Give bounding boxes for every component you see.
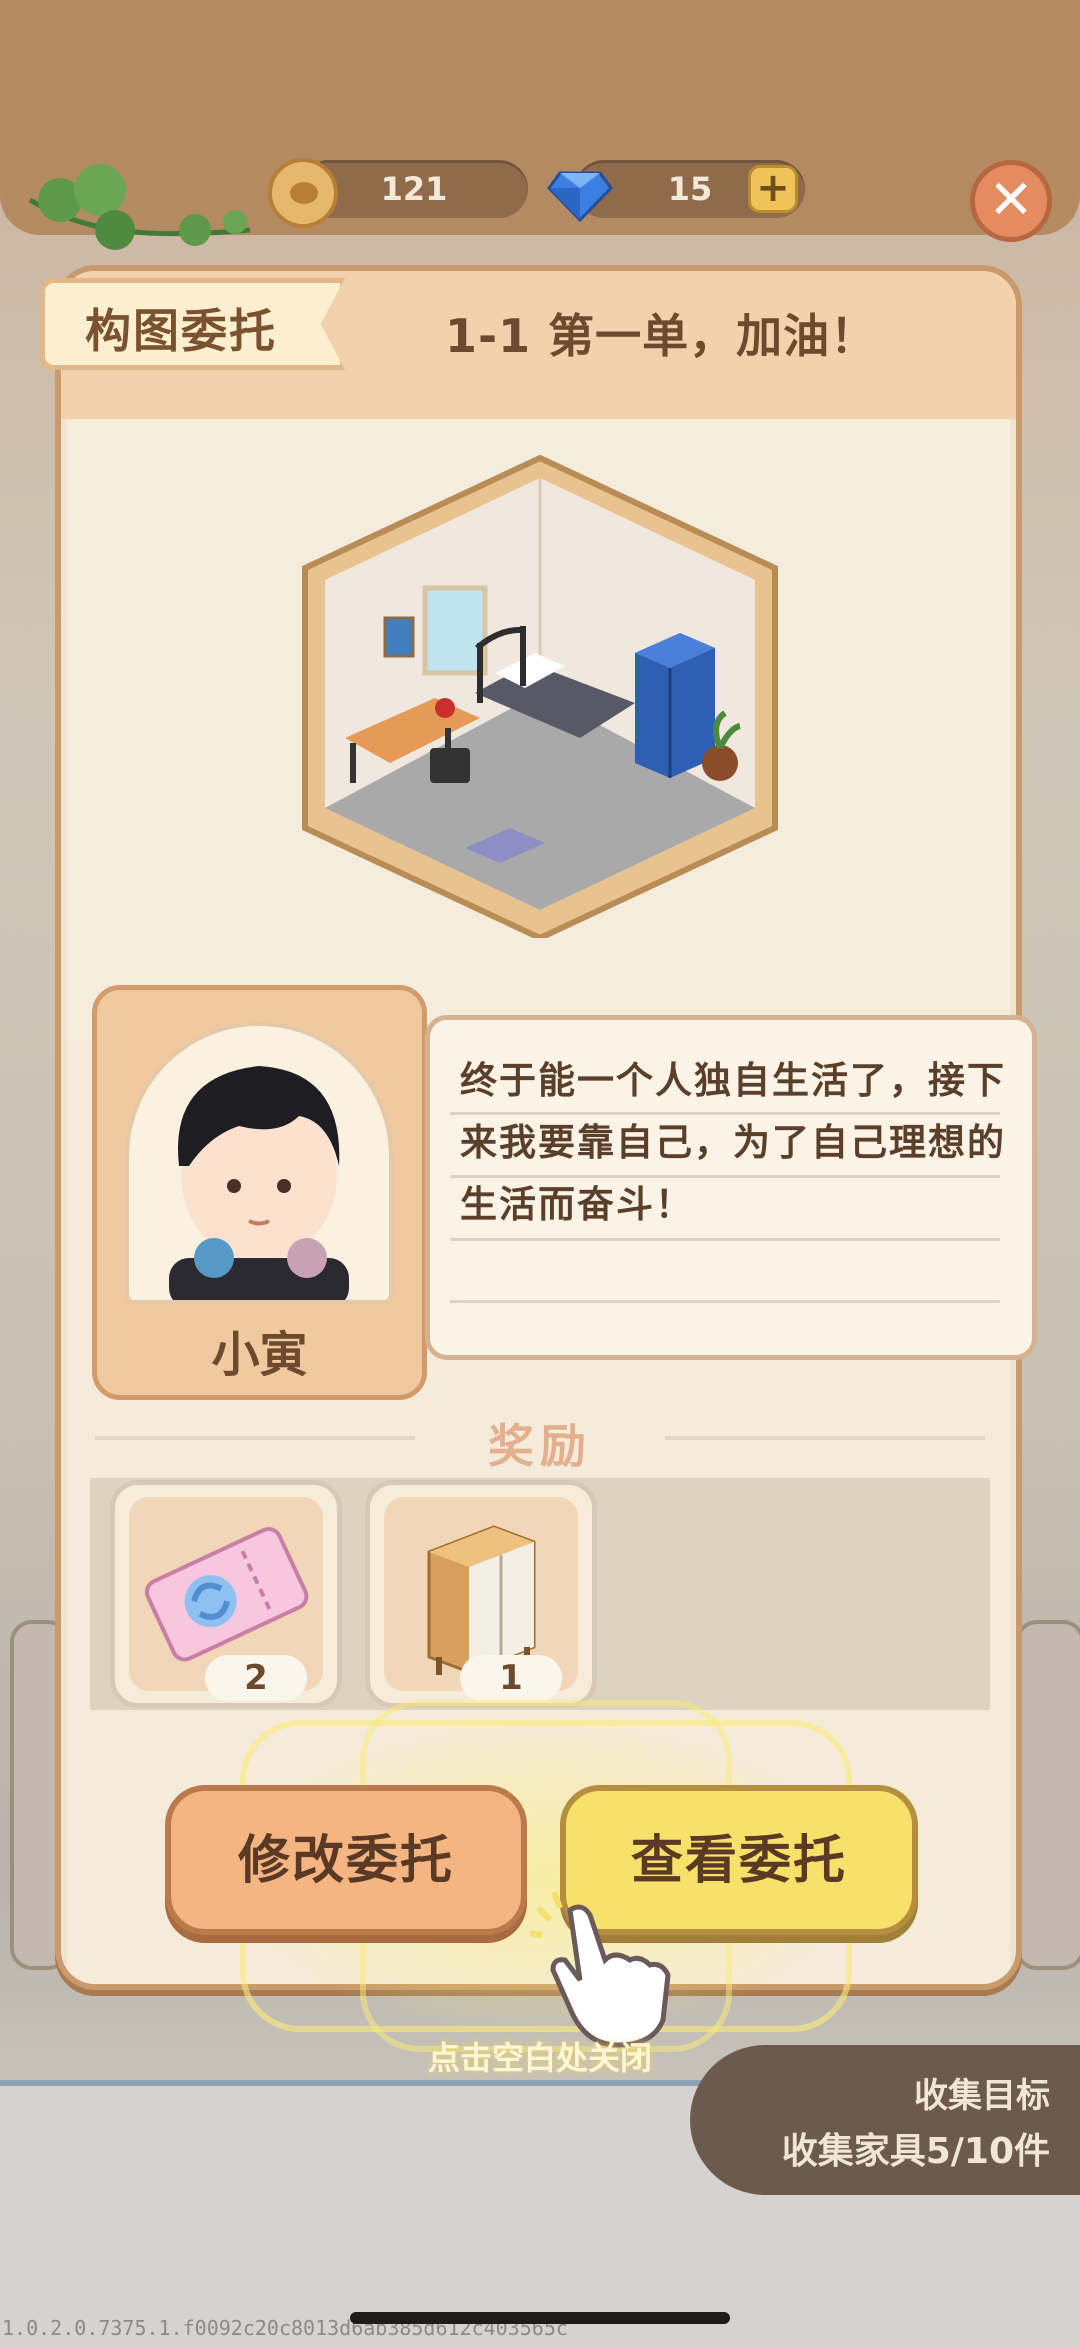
close-icon[interactable]: ✕ — [970, 160, 1052, 242]
reward-title: 奖励 — [488, 1419, 592, 1473]
pointing-hand-icon — [530, 1890, 671, 2048]
collection-goal-progress: 收集家具5/10件 — [781, 2131, 1050, 2172]
room-preview-image — [302, 454, 778, 938]
commission-tag-label: 构图委托 — [85, 304, 277, 358]
reward-count: 1 — [460, 1655, 562, 1701]
modify-commission-button[interactable]: 修改委托 — [165, 1785, 527, 1935]
vine-leaves-decoration — [28, 164, 251, 250]
side-card-right[interactable] — [1015, 1620, 1080, 1970]
gem-icon — [547, 171, 613, 223]
character-name: 小寅 — [211, 1327, 308, 1383]
reward-item-cabinet[interactable]: 1 — [365, 1480, 597, 1708]
character-avatar — [125, 1022, 393, 1304]
bubble-rule — [450, 1238, 1000, 1241]
commission-title: 1-1 第一单，加油！ — [445, 309, 878, 363]
bubble-rule — [450, 1300, 1000, 1303]
add-gems-button[interactable]: + — [748, 165, 798, 213]
reward-item-ticket[interactable]: 2 — [110, 1480, 342, 1708]
coin-icon — [268, 158, 338, 228]
collection-goal-title: 收集目标 — [914, 2076, 1050, 2116]
reward-count: 2 — [205, 1655, 307, 1701]
home-indicator[interactable] — [350, 2312, 730, 2324]
dialog-text: 终于能一个人独自生活了，接下来我要靠自己，为了自己理想的生活而奋斗！ — [460, 1059, 1006, 1226]
character-face-icon — [169, 1066, 349, 1300]
